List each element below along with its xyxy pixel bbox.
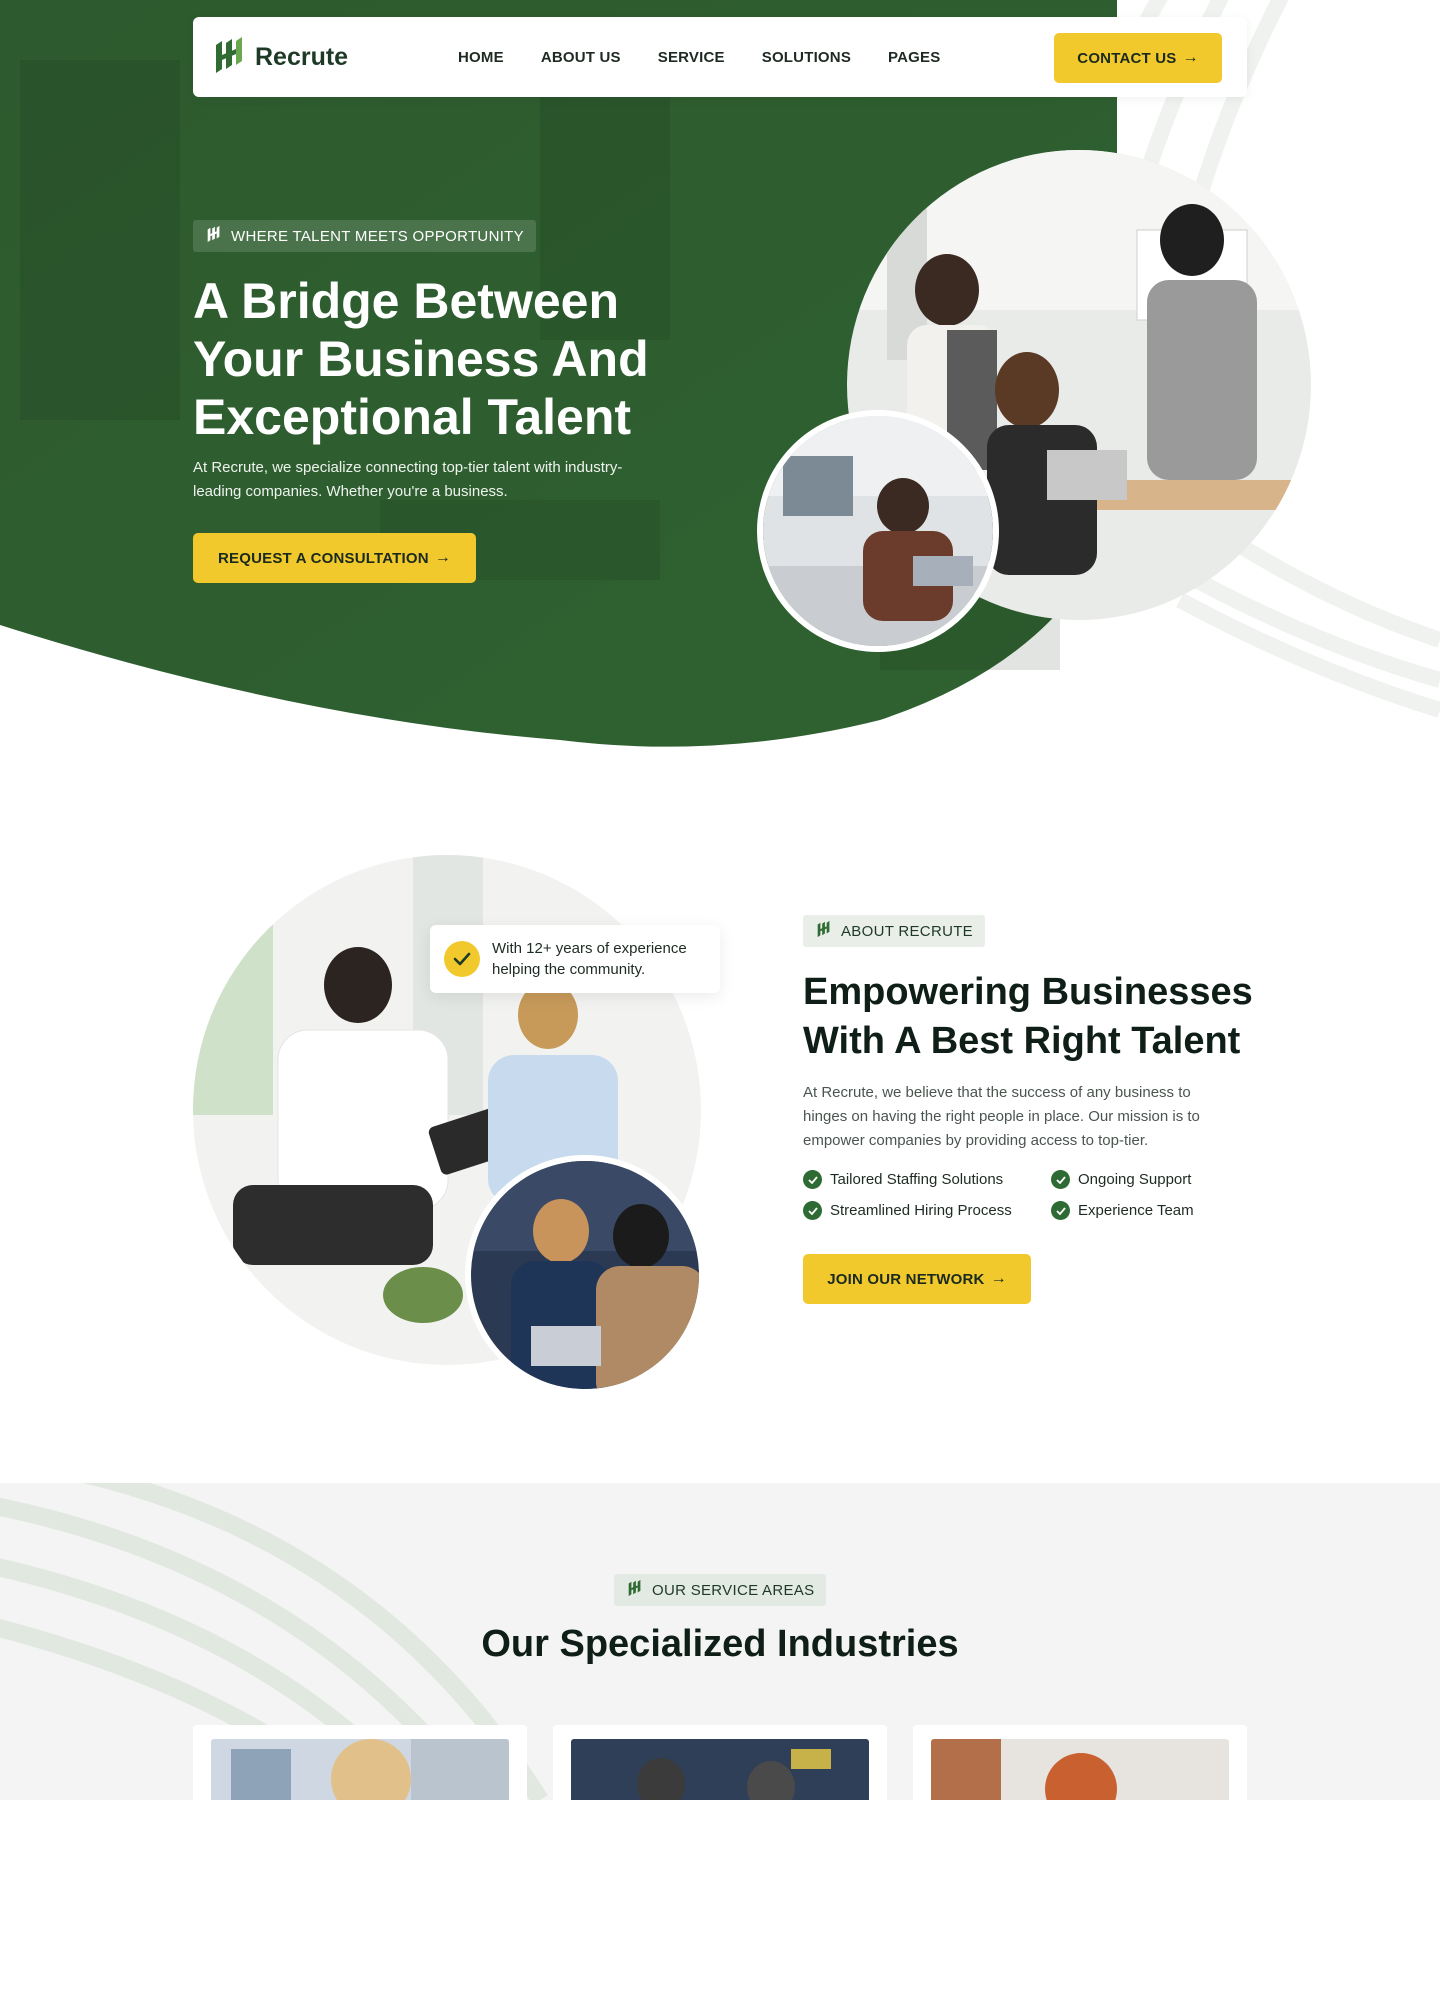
industry-card-image <box>931 1739 1229 1800</box>
nav-solutions[interactable]: SOLUTIONS <box>762 49 851 66</box>
feature-label: Experience Team <box>1078 1202 1194 1219</box>
experience-badge: With 12+ years of experience helping the… <box>430 925 720 993</box>
about-tagline: ABOUT RECRUTE <box>803 915 985 947</box>
brand-name: Recrute <box>255 43 349 71</box>
join-network-button[interactable]: JOIN OUR NETWORK → <box>803 1254 1031 1304</box>
hero-tagline: WHERE TALENT MEETS OPPORTUNITY <box>193 220 536 252</box>
about-tag-text: ABOUT RECRUTE <box>841 922 973 940</box>
hero-description: At Recrute, we specialize connecting top… <box>193 459 623 500</box>
hero-tag-text: WHERE TALENT MEETS OPPORTUNITY <box>231 227 524 245</box>
service-tagline: OUR SERVICE AREAS <box>614 1574 827 1606</box>
check-circle-icon <box>1051 1201 1070 1220</box>
industry-card-image <box>571 1739 869 1800</box>
check-icon <box>444 941 480 977</box>
main-nav: HOME ABOUT US SERVICE SOLUTIONS PAGES <box>458 17 940 97</box>
nav-pages[interactable]: PAGES <box>888 49 940 66</box>
about-description: At Recrute, we believe that the success … <box>803 1084 1200 1149</box>
industry-card[interactable] <box>913 1725 1247 1800</box>
feature-item: Tailored Staffing Solutions <box>803 1170 1051 1189</box>
nav-service[interactable]: SERVICE <box>658 49 725 66</box>
industry-card[interactable] <box>553 1725 887 1800</box>
check-circle-icon <box>803 1201 822 1220</box>
page-blank-area <box>0 1800 1440 2000</box>
nav-home[interactable]: HOME <box>458 49 504 66</box>
recrute-logo-icon <box>815 920 833 942</box>
industry-card-image <box>211 1739 509 1800</box>
navbar: Recrute HOME ABOUT US SERVICE SOLUTIONS … <box>193 17 1247 97</box>
service-tag-text: OUR SERVICE AREAS <box>652 1581 815 1599</box>
request-consultation-button[interactable]: REQUEST A CONSULTATION → <box>193 533 476 583</box>
logo[interactable]: Recrute <box>213 35 348 80</box>
services-section: OUR SERVICE AREAS Our Specialized Indust… <box>0 1483 1440 1800</box>
contact-us-label: CONTACT US <box>1077 49 1177 67</box>
feature-item: Experience Team <box>1051 1201 1241 1220</box>
feature-item: Ongoing Support <box>1051 1170 1241 1189</box>
feature-list: Tailored Staffing Solutions Ongoing Supp… <box>803 1170 1243 1220</box>
feature-item: Streamlined Hiring Process <box>803 1201 1051 1220</box>
arrow-right-icon: → <box>434 549 451 566</box>
nav-about-us[interactable]: ABOUT US <box>541 49 621 66</box>
about-title: Empowering Businesses With A Best Right … <box>803 971 1253 1062</box>
hero-title: A Bridge Between Your Business And Excep… <box>193 273 649 445</box>
about-colleagues-photo <box>465 1155 705 1395</box>
check-circle-icon <box>1051 1170 1070 1189</box>
check-circle-icon <box>803 1170 822 1189</box>
recrute-logo-icon <box>626 1579 644 1601</box>
hero-office-photo <box>757 410 999 652</box>
arrow-right-icon: → <box>1182 49 1199 66</box>
feature-label: Ongoing Support <box>1078 1171 1192 1188</box>
feature-label: Streamlined Hiring Process <box>830 1202 1012 1219</box>
recrute-logo-icon <box>205 225 223 247</box>
experience-text: With 12+ years of experience helping the… <box>492 940 687 978</box>
services-title: Our Specialized Industries <box>481 1623 959 1665</box>
industry-card[interactable] <box>193 1725 527 1800</box>
contact-us-button[interactable]: CONTACT US → <box>1054 33 1222 83</box>
request-consultation-label: REQUEST A CONSULTATION <box>218 549 429 567</box>
recrute-logo-icon <box>213 35 247 80</box>
feature-label: Tailored Staffing Solutions <box>830 1171 1004 1188</box>
arrow-right-icon: → <box>990 1270 1007 1287</box>
join-network-label: JOIN OUR NETWORK <box>827 1270 985 1288</box>
